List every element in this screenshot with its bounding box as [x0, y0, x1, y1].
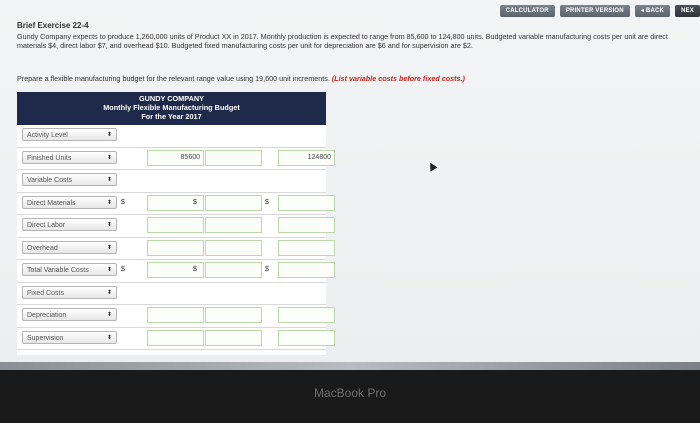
budget-input[interactable]: [205, 239, 262, 256]
budget-row: Activity Level ⬍: [17, 125, 326, 148]
select-arrow-icon: ⬍: [106, 177, 112, 183]
row-label-select[interactable]: Depreciation ⬍: [22, 308, 117, 321]
row-label: Activity Level: [27, 132, 68, 139]
budget-input[interactable]: [278, 217, 335, 233]
budget-input[interactable]: 124800: [278, 149, 335, 166]
select-arrow-icon: ⬍: [106, 289, 112, 296]
row-label: Finished Units: [27, 154, 72, 162]
exercise-prompt: Prepare a flexible manufacturing budget …: [17, 74, 465, 83]
row-label-select[interactable]: Direct Labor ⬍: [22, 218, 117, 231]
dollar-sign: $: [265, 198, 269, 206]
row-label: Supervision: [27, 334, 64, 342]
select-arrow-icon: ⬍: [106, 154, 112, 161]
budget-input[interactable]: [278, 194, 335, 211]
printer-version-button[interactable]: PRINTER VERSION: [559, 5, 630, 17]
budget-row: Variable Costs ⬍: [17, 170, 326, 193]
budget-input[interactable]: [147, 217, 204, 233]
row-label-select[interactable]: Direct Materials ⬍: [22, 195, 117, 209]
dollar-sign: $: [121, 266, 125, 273]
mouse-cursor-icon: [426, 160, 438, 172]
exercise-title: Brief Exercise 22-4: [17, 21, 89, 30]
select-arrow-icon: ⬍: [106, 267, 112, 273]
back-button[interactable]: ◂ BACK: [634, 5, 671, 17]
budget-input[interactable]: [205, 307, 262, 323]
budget-period: For the Year 2017: [141, 112, 202, 121]
budget-name: Monthly Flexible Manufacturing Budget: [103, 103, 240, 112]
dollar-sign: $: [193, 198, 197, 206]
budget-row: Depreciation ⬍: [17, 305, 335, 328]
budget-input[interactable]: [278, 262, 335, 278]
row-label-select[interactable]: Fixed Costs ⬍: [22, 285, 117, 299]
row-label: Fixed Costs: [27, 289, 64, 297]
row-label-select[interactable]: Activity Level ⬍: [22, 128, 117, 141]
budget-input[interactable]: 85600: [147, 149, 204, 166]
dollar-sign: $: [265, 266, 269, 273]
row-label: Direct Materials: [27, 199, 76, 207]
row-label-select[interactable]: Finished Units ⬍: [22, 150, 117, 164]
browser-viewport: CALCULATOR PRINTER VERSION ◂ BACK NEX Br…: [0, 0, 700, 368]
budget-row: Supervision ⬍: [17, 328, 335, 350]
macbook-logo: MacBook Pro: [313, 386, 387, 400]
budget-row: Direct Materials ⬍ $ $ $: [17, 193, 335, 215]
budget-header: GUNDY COMPANY Monthly Flexible Manufactu…: [17, 92, 326, 125]
select-arrow-icon: ⬍: [106, 334, 112, 341]
prompt-instruction: (List variable costs before fixed costs.…: [331, 74, 465, 83]
select-arrow-icon: ⬍: [106, 132, 112, 138]
budget-input[interactable]: [205, 217, 262, 233]
taskbar-strip: [0, 362, 700, 370]
dollar-sign: $: [121, 198, 125, 206]
budget-row: Overhead ⬍: [17, 238, 335, 260]
row-label: Overhead: [27, 244, 58, 252]
row-label-select[interactable]: Overhead ⬍: [22, 240, 117, 254]
budget-input[interactable]: [205, 329, 262, 346]
budget-row: Direct Labor ⬍: [17, 215, 335, 238]
row-label: Depreciation: [27, 312, 67, 319]
budget-input[interactable]: [205, 194, 262, 211]
row-label: Direct Labor: [27, 222, 66, 229]
row-label-select[interactable]: Total Variable Costs ⬍: [22, 263, 117, 276]
budget-input[interactable]: [278, 329, 335, 346]
budget-input[interactable]: [147, 239, 204, 256]
budget-input[interactable]: [147, 307, 204, 323]
row-label-select[interactable]: Supervision ⬍: [22, 330, 117, 344]
budget-table: Activity Level ⬍ Finished Units ⬍ 85600 12480…: [17, 125, 335, 355]
select-arrow-icon: ⬍: [106, 312, 112, 318]
prompt-text: Prepare a flexible manufacturing budget …: [17, 74, 330, 83]
budget-row: Finished Units ⬍ 85600 124800: [17, 148, 335, 170]
budget-row: Total Variable Costs ⬍ $ $ $: [17, 260, 335, 283]
dollar-sign: $: [193, 266, 197, 273]
top-toolbar: CALCULATOR PRINTER VERSION ◂ BACK NEX: [499, 4, 700, 18]
calculator-button[interactable]: CALCULATOR: [499, 5, 555, 17]
select-arrow-icon: ⬍: [106, 222, 112, 228]
budget-row: Fixed Costs ⬍: [17, 283, 326, 305]
select-arrow-icon: ⬍: [106, 199, 112, 206]
row-label: Variable Costs: [27, 177, 73, 184]
row-label-select[interactable]: Variable Costs ⬍: [22, 173, 117, 186]
budget-input[interactable]: [278, 239, 335, 256]
budget-input[interactable]: [278, 307, 335, 323]
company-name: GUNDY COMPANY: [138, 94, 204, 103]
select-arrow-icon: ⬍: [106, 244, 112, 251]
next-button[interactable]: NEX: [675, 5, 700, 17]
budget-input[interactable]: [205, 262, 262, 278]
budget-input[interactable]: [205, 149, 262, 166]
exercise-paragraph: Gundy Company expects to produce 1,260,0…: [17, 32, 668, 51]
row-label: Total Variable Costs: [27, 267, 89, 274]
budget-input[interactable]: [147, 329, 204, 346]
